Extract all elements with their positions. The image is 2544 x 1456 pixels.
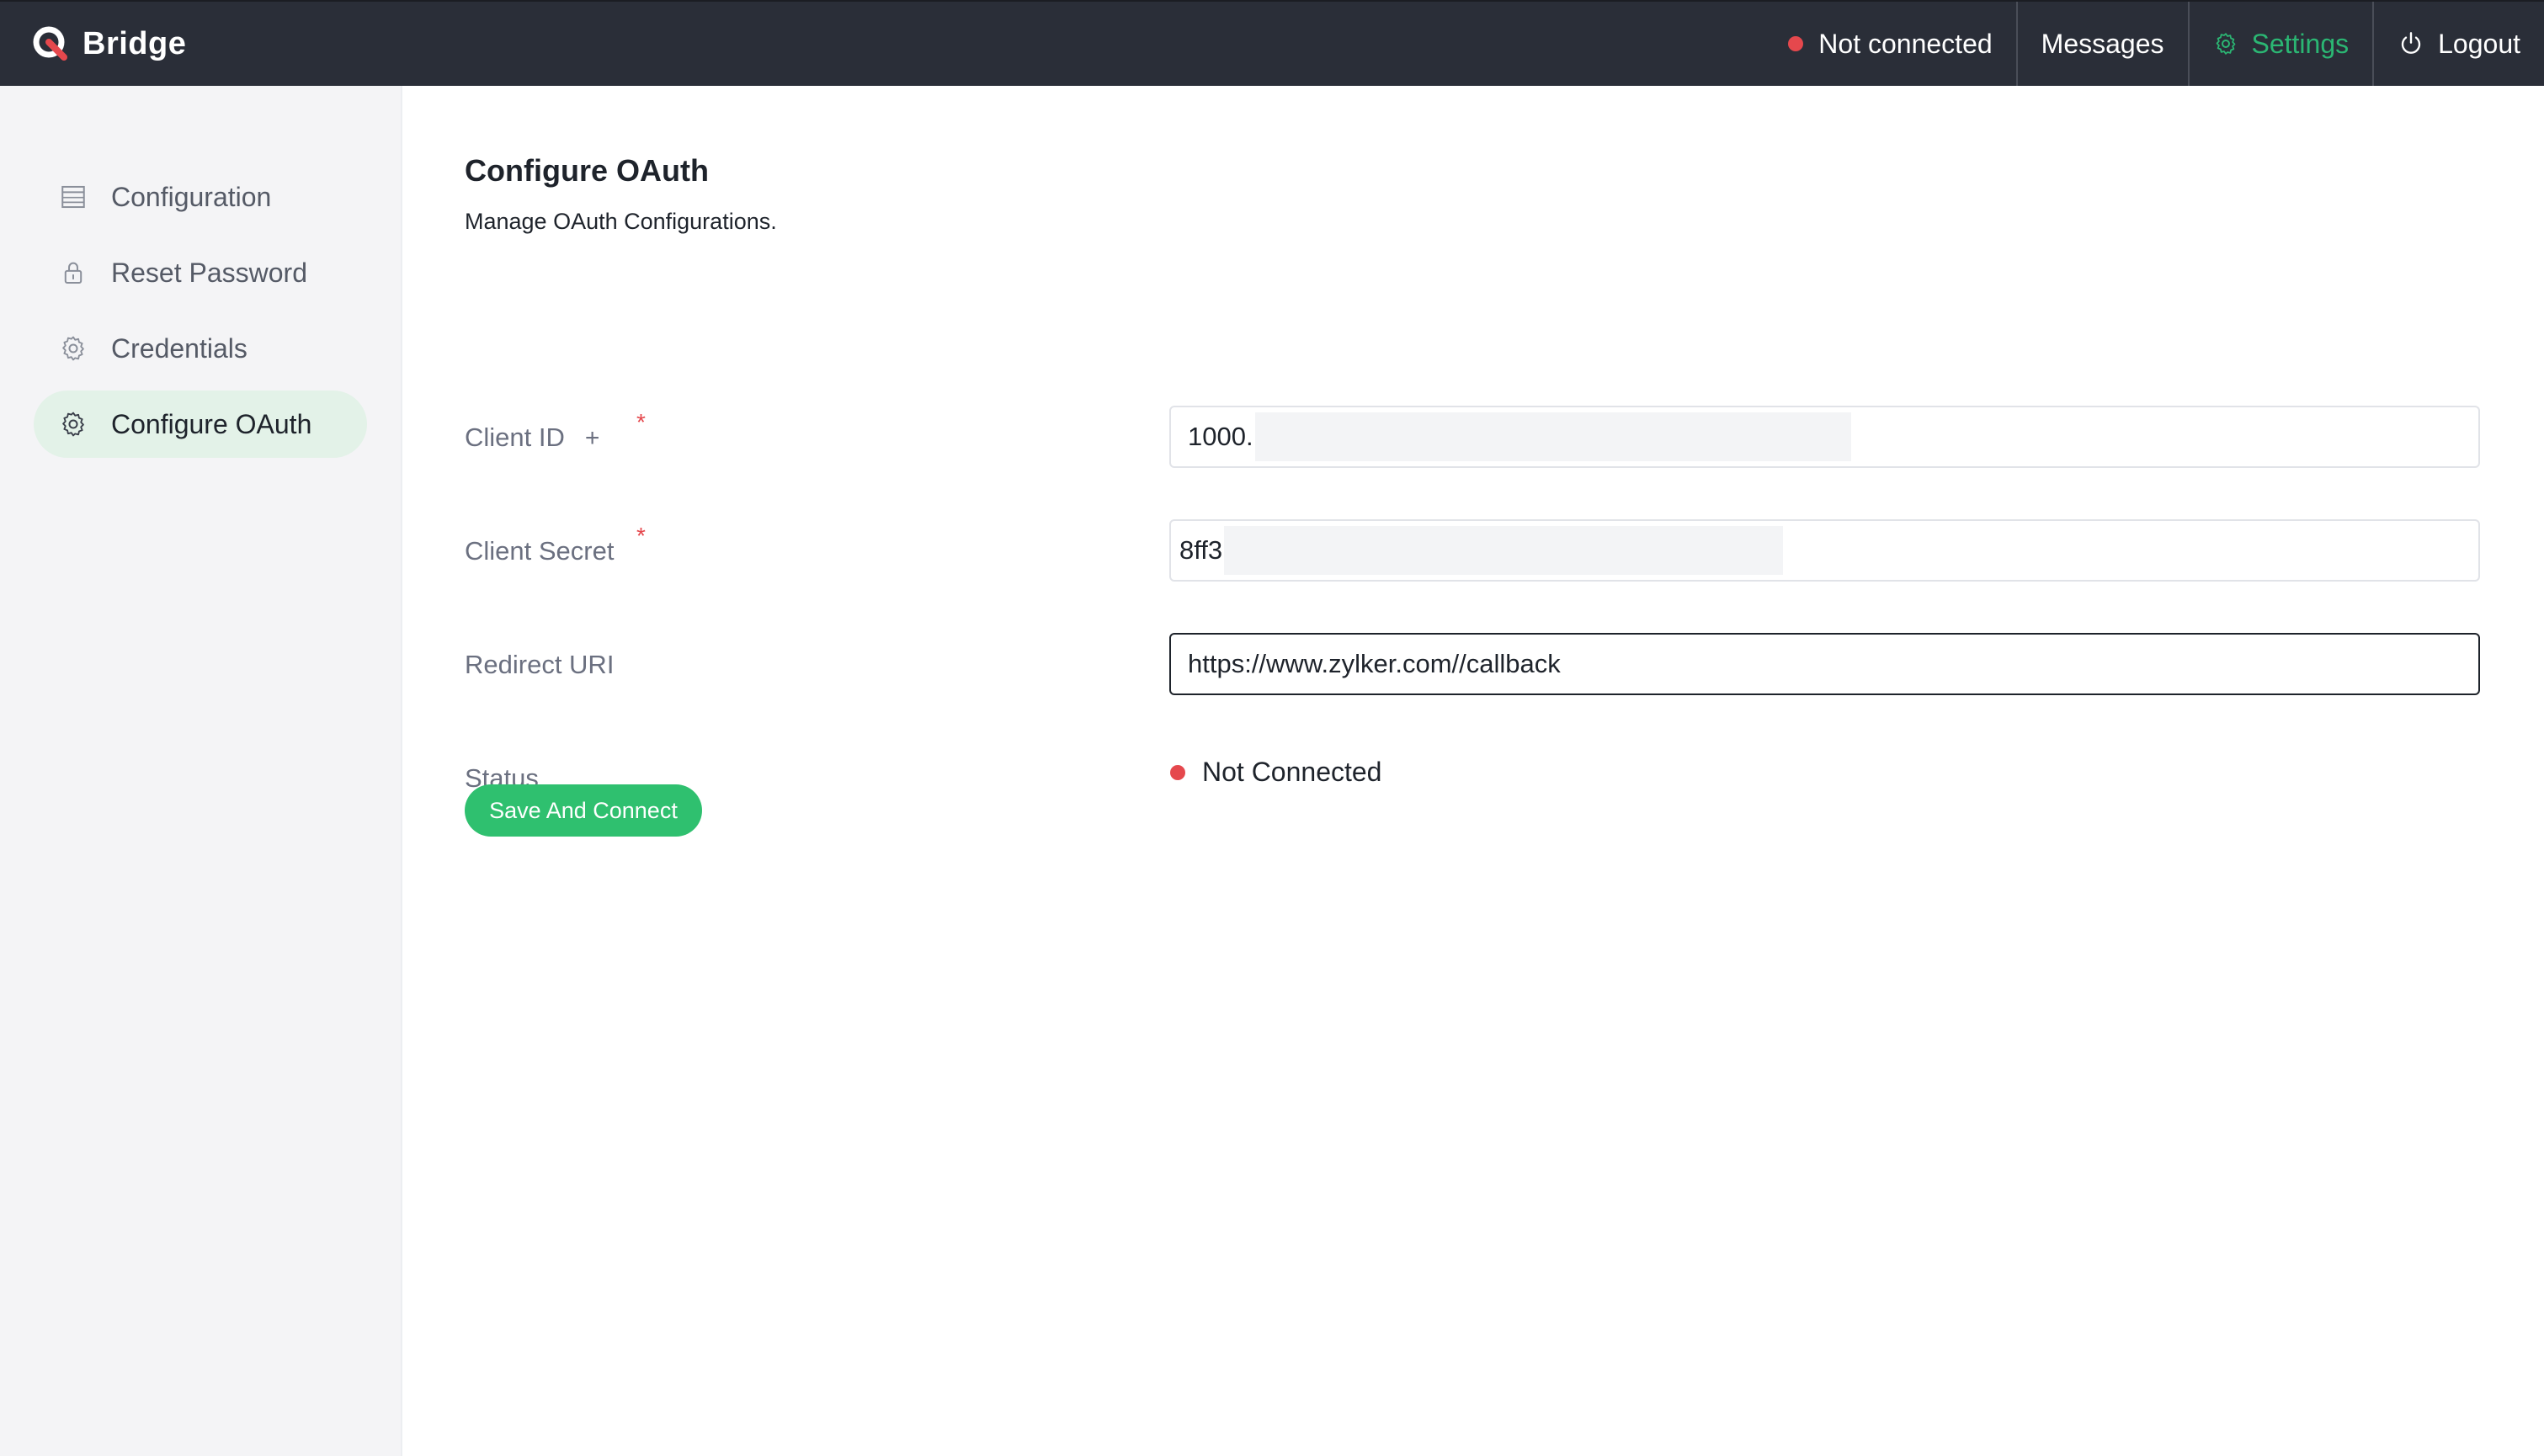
required-marker: * (636, 523, 646, 549)
gear-icon (62, 412, 84, 437)
settings-label: Settings (2251, 28, 2350, 59)
sidebar: Configuration Reset Password Credentials… (0, 86, 402, 1456)
bridge-logo-icon (33, 26, 67, 61)
masked-value (1224, 526, 1784, 575)
sidebar-item-configuration[interactable]: Configuration (34, 163, 367, 231)
brand-name: Bridge (82, 25, 187, 61)
redirect-uri-value: https://www.zylker.com//callback (1188, 649, 1561, 678)
messages-label: Messages (2041, 28, 2164, 59)
brand[interactable]: Bridge (30, 24, 186, 64)
status-dot-icon (1788, 36, 1804, 51)
redirect-uri-input[interactable]: https://www.zylker.com//callback (1169, 633, 2480, 695)
power-icon (2402, 32, 2421, 54)
add-icon[interactable]: + (585, 424, 600, 452)
redirect-uri-label: Redirect URI (465, 650, 615, 679)
masked-value (1254, 412, 1851, 461)
client-id-label: Client ID + (465, 422, 599, 453)
sidebar-item-configure-oauth[interactable]: Configure OAuth (34, 391, 367, 458)
status-dot-icon (1170, 764, 1185, 780)
status-text: Not Connected (1202, 757, 1382, 787)
client-secret-label: Client Secret (465, 536, 615, 566)
client-secret-input[interactable]: 8ff3 (1169, 519, 2480, 582)
status-value: Not Connected (1170, 757, 1381, 788)
sidebar-item-reset-password[interactable]: Reset Password (34, 239, 367, 306)
save-and-connect-button[interactable]: Save And Connect (465, 784, 702, 837)
lock-icon (64, 262, 82, 284)
top-nav: Not connected Messages Settings Logout (1764, 2, 2544, 86)
client-secret-value: 8ff3 (1179, 535, 1223, 565)
client-id-value: 1000. (1188, 422, 1253, 451)
page-subtitle: Manage OAuth Configurations. (465, 209, 777, 234)
settings-link[interactable]: Settings (2187, 2, 2373, 86)
gear-icon (2216, 33, 2235, 55)
top-bar: Bridge Not connected Messages Settings L… (0, 0, 2544, 86)
page-title: Configure OAuth (465, 153, 709, 188)
logout-button[interactable]: Logout (2372, 2, 2544, 86)
sidebar-item-credentials[interactable]: Credentials (34, 315, 367, 382)
client-id-input[interactable]: 1000. (1169, 406, 2480, 468)
gear-icon (62, 336, 84, 361)
sidebar-item-label: Reset Password (111, 257, 307, 288)
required-marker: * (636, 409, 646, 435)
connection-status[interactable]: Not connected (1764, 2, 2015, 86)
logout-label: Logout (2438, 28, 2520, 59)
sidebar-item-label: Credentials (111, 332, 247, 364)
table-icon (61, 185, 85, 209)
client-id-label-text: Client ID (465, 422, 565, 452)
sidebar-item-label: Configuration (111, 181, 272, 212)
connection-status-label: Not connected (1818, 28, 1993, 59)
sidebar-item-label: Configure OAuth (111, 408, 312, 439)
messages-link[interactable]: Messages (2015, 2, 2188, 86)
